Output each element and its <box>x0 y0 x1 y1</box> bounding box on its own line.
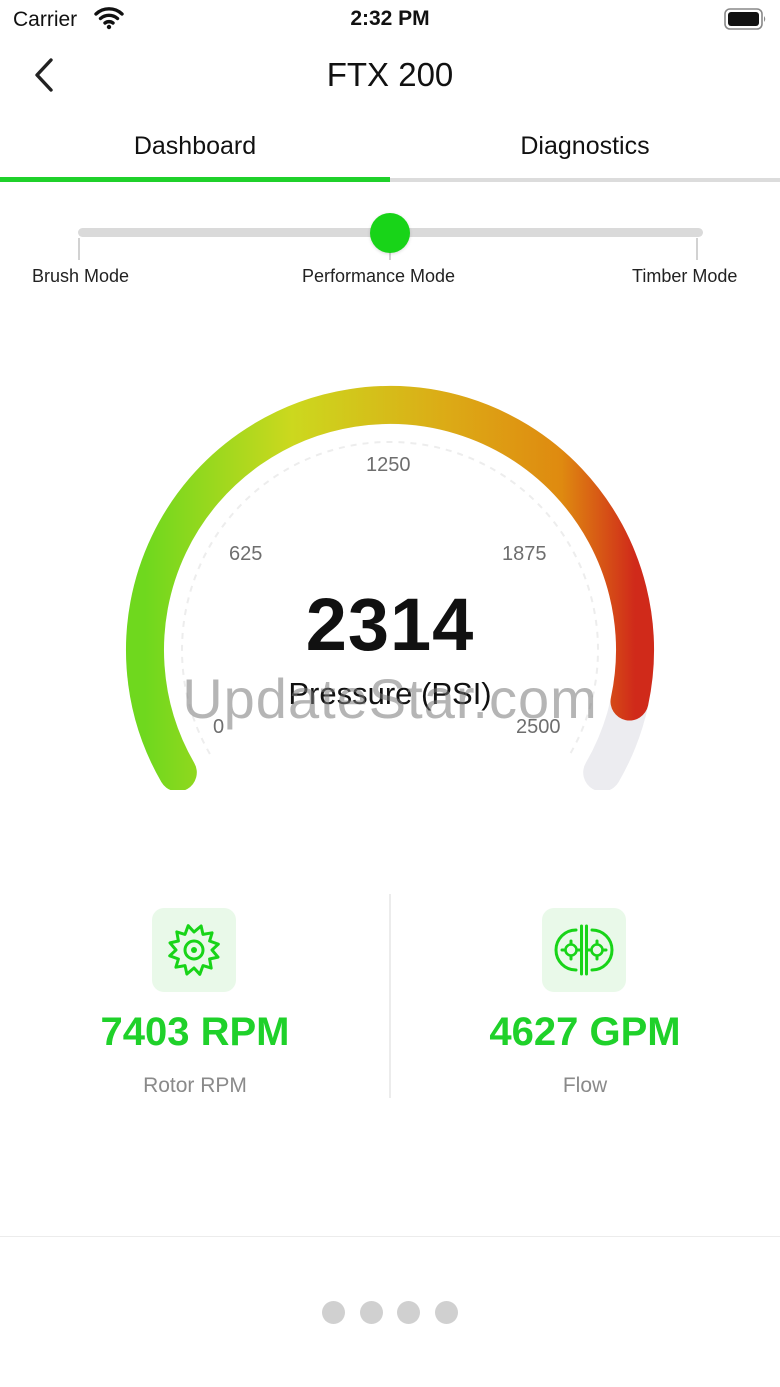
tab-bar: Dashboard Diagnostics <box>0 116 780 182</box>
page-dot[interactable] <box>397 1301 420 1324</box>
gauge-tick-625: 625 <box>229 543 263 565</box>
slider-tick <box>78 238 80 260</box>
saw-blade-icon <box>168 924 220 976</box>
pressure-value: 2314 <box>305 583 475 666</box>
mode-label-performance[interactable]: Performance Mode <box>302 266 455 287</box>
page-dot[interactable] <box>360 1301 383 1324</box>
tab-active-indicator <box>0 177 390 182</box>
page-indicator[interactable] <box>0 1301 780 1325</box>
flow-icon-box <box>542 908 626 992</box>
flow-gears-icon <box>554 924 614 976</box>
rotor-rpm-card: 7403 RPM Rotor RPM <box>0 906 390 1106</box>
page-title: FTX 200 <box>326 56 454 93</box>
mode-slider[interactable]: Brush Mode Performance Mode Timber Mode <box>0 206 780 296</box>
gauge-tick-1875: 1875 <box>502 543 547 565</box>
slider-thumb[interactable] <box>370 213 410 253</box>
battery-icon <box>724 8 766 30</box>
mode-label-brush[interactable]: Brush Mode <box>32 266 129 287</box>
rotor-icon-box <box>152 908 236 992</box>
watermark: UpdateStar.com <box>182 667 598 730</box>
status-bar: Carrier 2:32 PM <box>0 0 780 40</box>
flow-card: 4627 GPM Flow <box>390 906 780 1106</box>
tab-diagnostics[interactable]: Diagnostics <box>390 116 780 182</box>
page-dot[interactable] <box>322 1301 345 1324</box>
tab-dashboard[interactable]: Dashboard <box>0 116 390 182</box>
mode-label-timber[interactable]: Timber Mode <box>632 266 737 287</box>
flow-value: 4627 GPM <box>489 1010 681 1054</box>
bottom-divider <box>0 1236 780 1237</box>
page-dot[interactable] <box>435 1301 458 1324</box>
status-time: 2:32 PM <box>350 7 430 30</box>
slider-tick <box>696 238 698 260</box>
flow-label: Flow <box>562 1074 608 1097</box>
rotor-rpm-label: Rotor RPM <box>143 1074 247 1097</box>
rotor-rpm-value: 7403 RPM <box>100 1010 290 1054</box>
gauge-tick-1250: 1250 <box>366 454 411 476</box>
